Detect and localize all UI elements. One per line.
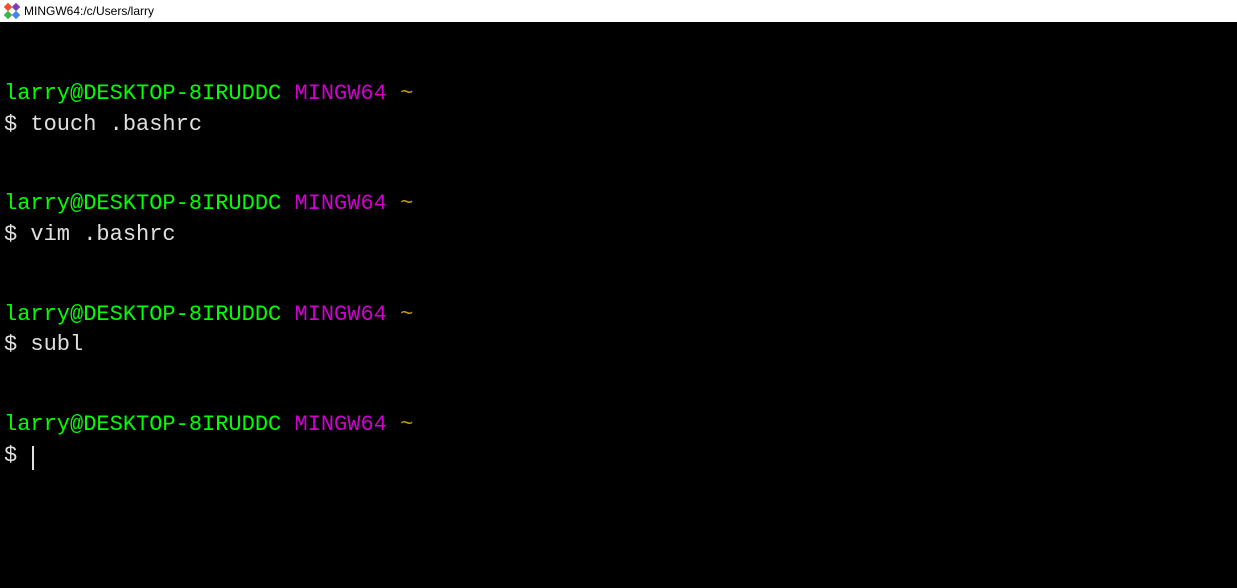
prompt-path: ~ (400, 191, 413, 216)
git-bash-icon (4, 3, 20, 19)
prompt-user-host: larry@DESKTOP-8IRUDDC (4, 412, 281, 437)
prompt-env: MINGW64 (294, 81, 386, 106)
prompt-symbol: $ (4, 112, 17, 137)
terminal-area[interactable]: larry@DESKTOP-8IRUDDC MINGW64 ~ $ touch … (0, 22, 1237, 588)
prompt-env: MINGW64 (294, 302, 386, 327)
command-text: touch .bashrc (30, 112, 202, 137)
prompt-symbol: $ (4, 443, 17, 468)
prompt-path: ~ (400, 412, 413, 437)
prompt-user-host: larry@DESKTOP-8IRUDDC (4, 302, 281, 327)
prompt-env: MINGW64 (294, 412, 386, 437)
command-text: vim .bashrc (30, 222, 175, 247)
window-titlebar: MINGW64:/c/Users/larry (0, 0, 1237, 22)
prompt-user-host: larry@DESKTOP-8IRUDDC (4, 191, 281, 216)
terminal-entry: larry@DESKTOP-8IRUDDC MINGW64 ~ $ subl (4, 300, 1233, 362)
terminal-entry: larry@DESKTOP-8IRUDDC MINGW64 ~ $ touch … (4, 79, 1233, 141)
prompt-symbol: $ (4, 332, 17, 357)
prompt-path: ~ (400, 302, 413, 327)
prompt-user-host: larry@DESKTOP-8IRUDDC (4, 81, 281, 106)
command-text: subl (30, 332, 83, 357)
window-title: MINGW64:/c/Users/larry (24, 4, 154, 18)
prompt-env: MINGW64 (294, 191, 386, 216)
prompt-path: ~ (400, 81, 413, 106)
terminal-entry: larry@DESKTOP-8IRUDDC MINGW64 ~ $ (4, 410, 1233, 472)
cursor-icon (32, 446, 34, 470)
prompt-symbol: $ (4, 222, 17, 247)
terminal-entry: larry@DESKTOP-8IRUDDC MINGW64 ~ $ vim .b… (4, 189, 1233, 251)
